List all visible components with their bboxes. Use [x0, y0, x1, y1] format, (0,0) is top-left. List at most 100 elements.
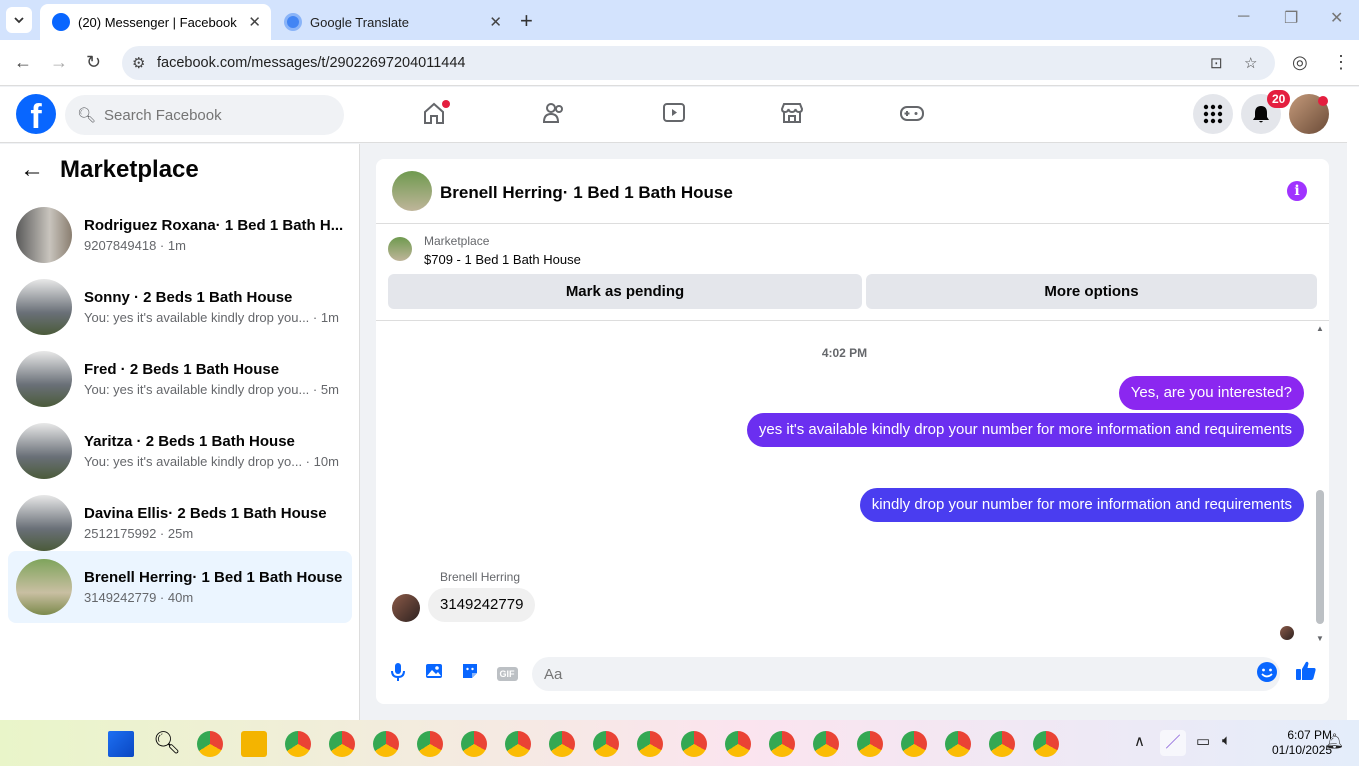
- chrome-profile-icon[interactable]: [813, 731, 839, 757]
- marketplace-listing-bar: Marketplace $709 - 1 Bed 1 Bath House Ma…: [376, 225, 1329, 321]
- facebook-logo[interactable]: f: [16, 94, 56, 134]
- conversation-item[interactable]: Davina Ellis· 2 Beds 1 Bath House 2512175…: [8, 487, 352, 559]
- search-input[interactable]: [104, 106, 335, 124]
- emoji-icon[interactable]: [1255, 661, 1279, 685]
- mark-as-pending-button[interactable]: Mark as pending: [388, 274, 862, 309]
- bookmark-star-icon[interactable]: ☆: [1244, 54, 1257, 72]
- chrome-profile-icon[interactable]: [857, 731, 883, 757]
- outgoing-message[interactable]: yes it's available kindly drop your numb…: [746, 413, 1304, 447]
- conversation-item[interactable]: Fred · 2 Beds 1 Bath House You: yes it's …: [8, 343, 352, 415]
- volume-icon[interactable]: 🔈︎: [1222, 732, 1231, 749]
- search-icon[interactable]: 🔍︎: [153, 731, 181, 757]
- incoming-message[interactable]: 3149242779: [428, 588, 536, 622]
- gif-icon[interactable]: GIF: [494, 661, 520, 685]
- omnibox[interactable]: ⚙ facebook.com/messages/t/29022697204011…: [122, 46, 1275, 80]
- sticker-icon[interactable]: [458, 661, 482, 685]
- chrome-icon[interactable]: [197, 731, 223, 757]
- incoming-sender-name: Brenell Herring: [440, 570, 521, 584]
- chrome-profile-icon[interactable]: [505, 731, 531, 757]
- home-icon[interactable]: [420, 100, 450, 128]
- conversation-item[interactable]: Yaritza · 2 Beds 1 Bath House You: yes it…: [8, 415, 352, 487]
- address-bar-row: ← → ↻ ⚙ facebook.com/messages/t/29022697…: [0, 40, 1359, 86]
- message-list: 4:02 PM Yes, are you interested? yes it'…: [376, 322, 1329, 647]
- file-explorer-icon[interactable]: [241, 731, 267, 757]
- outgoing-message[interactable]: Yes, are you interested?: [1118, 376, 1304, 410]
- chrome-profile-icon[interactable]: [637, 731, 663, 757]
- back-arrow-icon[interactable]: ←: [14, 52, 32, 73]
- video-icon[interactable]: [660, 100, 688, 128]
- chrome-profile-icon[interactable]: [945, 731, 971, 757]
- site-info-icon[interactable]: ⚙: [132, 54, 145, 72]
- message-scrollbar[interactable]: ▲ ▼: [1314, 322, 1326, 647]
- chrome-profile-icon[interactable]: [769, 731, 795, 757]
- message-input[interactable]: [544, 665, 1224, 683]
- account-notification-dot: [1318, 96, 1328, 106]
- conversation-item[interactable]: Rodriguez Roxana· 1 Bed 1 Bath H... 92078…: [8, 199, 352, 271]
- chrome-profile-icon[interactable]: [1033, 731, 1059, 757]
- scroll-up-arrow-icon[interactable]: ▲: [1316, 324, 1324, 333]
- reload-icon[interactable]: ↻: [86, 52, 101, 73]
- friends-icon[interactable]: [540, 100, 568, 128]
- conversation-name: Sonny · 2 Beds 1 Bath House: [84, 289, 293, 306]
- chrome-profile-icon[interactable]: [681, 731, 707, 757]
- close-tab-icon[interactable]: ✕: [248, 13, 261, 31]
- tab-google-translate[interactable]: Google Translate ✕: [272, 4, 512, 40]
- conversation-item-selected[interactable]: Brenell Herring· 1 Bed 1 Bath House 31492…: [8, 551, 352, 623]
- new-tab-button[interactable]: +: [520, 8, 533, 34]
- chrome-profile-icon[interactable]: [901, 731, 927, 757]
- scrollbar-thumb[interactable]: [1316, 490, 1324, 624]
- network-icon[interactable]: ▭: [1196, 732, 1210, 750]
- message-input-box[interactable]: [532, 657, 1280, 691]
- listing-thumbnail[interactable]: [388, 237, 412, 261]
- notification-count-badge: 20: [1267, 90, 1291, 108]
- chrome-profile-icon[interactable]: [285, 731, 311, 757]
- tab-search-button[interactable]: [6, 7, 32, 33]
- close-window-button[interactable]: ✕: [1330, 8, 1343, 28]
- chrome-profile-icon[interactable]: [549, 731, 575, 757]
- menu-kebab-icon[interactable]: ⋮: [1332, 52, 1350, 73]
- profile-icon[interactable]: ◎: [1292, 52, 1308, 73]
- microphone-icon[interactable]: [386, 661, 410, 685]
- gaming-icon[interactable]: [898, 100, 926, 128]
- chrome-profile-icon[interactable]: [329, 731, 355, 757]
- conversation-item[interactable]: Sonny · 2 Beds 1 Bath House You: yes it's…: [8, 271, 352, 343]
- chat-title[interactable]: Brenell Herring· 1 Bed 1 Bath House: [440, 183, 733, 203]
- menu-grid-icon[interactable]: [1193, 94, 1233, 134]
- notification-center-bell-icon[interactable]: 🔔︎: [1325, 732, 1344, 750]
- conversation-preview: You: yes it's available kindly drop yo..…: [84, 454, 339, 469]
- outgoing-message[interactable]: kindly drop your number for more informa…: [859, 488, 1304, 522]
- back-arrow-icon[interactable]: ←: [20, 156, 44, 184]
- pen-app-icon[interactable]: ／: [1160, 730, 1186, 756]
- sender-avatar[interactable]: [392, 594, 420, 622]
- tab-messenger[interactable]: (20) Messenger | Facebook ✕: [40, 4, 271, 40]
- marketplace-icon[interactable]: [778, 100, 806, 128]
- listing-price[interactable]: $709 - 1 Bed 1 Bath House: [424, 252, 581, 267]
- url-text[interactable]: facebook.com/messages/t/2902269720401144…: [157, 55, 466, 71]
- info-icon[interactable]: i: [1287, 181, 1307, 201]
- chrome-profile-icon[interactable]: [593, 731, 619, 757]
- windows-start-icon[interactable]: [108, 731, 134, 757]
- close-tab-icon[interactable]: ✕: [489, 13, 502, 31]
- chrome-profile-icon[interactable]: [989, 731, 1015, 757]
- thumbs-up-icon[interactable]: [1294, 659, 1318, 683]
- chat-listing-avatar[interactable]: [392, 171, 432, 211]
- forward-arrow-icon[interactable]: →: [50, 52, 68, 73]
- show-hidden-icons-chevron-icon[interactable]: ∧: [1134, 732, 1145, 750]
- conversation-preview: You: yes it's available kindly drop you.…: [84, 310, 339, 325]
- chrome-profile-icon[interactable]: [417, 731, 443, 757]
- maximize-button[interactable]: ❐: [1284, 8, 1298, 28]
- minimize-button[interactable]: ─: [1238, 8, 1249, 26]
- chrome-profile-icon[interactable]: [373, 731, 399, 757]
- search-box[interactable]: 🔍︎: [65, 95, 344, 135]
- translate-favicon-icon: [284, 13, 302, 31]
- install-app-icon[interactable]: ⊡: [1210, 54, 1223, 72]
- more-options-button[interactable]: More options: [866, 274, 1317, 309]
- search-icon: 🔍︎: [77, 107, 97, 124]
- chrome-profile-icon[interactable]: [461, 731, 487, 757]
- system-clock[interactable]: 6:07 PM 01/10/2025: [1272, 728, 1332, 758]
- chrome-profile-icon[interactable]: [725, 731, 751, 757]
- scroll-down-arrow-icon[interactable]: ▼: [1316, 634, 1324, 643]
- page-scrollbar[interactable]: [1347, 87, 1359, 720]
- conversation-sidebar: ← Marketplace Rodriguez Roxana· 1 Bed 1 …: [0, 144, 360, 720]
- photo-icon[interactable]: [422, 661, 446, 685]
